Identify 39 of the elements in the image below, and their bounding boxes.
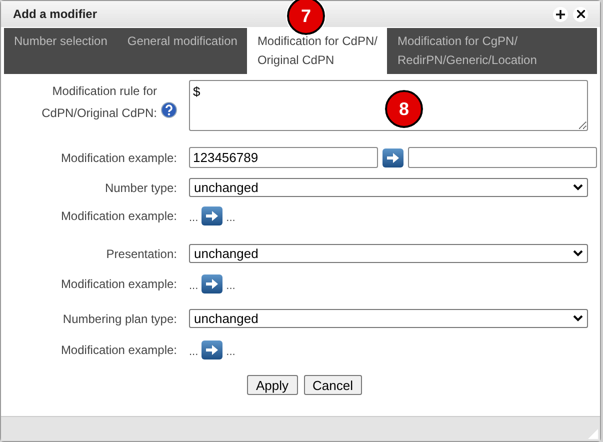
field-label: Modification example: — [60, 276, 177, 293]
add-button[interactable] — [553, 6, 568, 22]
window-title: Add a modifier — [13, 6, 98, 23]
arrow-right-icon — [201, 274, 224, 294]
dropdown[interactable]: unchanged — [189, 309, 588, 328]
field-label: Modification example: — [60, 342, 177, 359]
field-label: Numbering plan type: — [62, 310, 177, 328]
dropdown[interactable]: unchanged — [189, 178, 588, 197]
example-input-text: ... — [189, 344, 198, 360]
field-label: Modification example: — [60, 150, 177, 166]
field-label: Presentation: — [106, 246, 177, 262]
tab[interactable]: Number selection — [4, 28, 118, 74]
arrow-right-icon — [201, 206, 224, 226]
example-output-text: ... — [226, 210, 236, 226]
tab[interactable]: Modification for CdPN/ Original CdPN — [247, 28, 388, 74]
tab[interactable]: Modification for CgPN/ RedirPN/Generic/Location — [387, 28, 547, 74]
close-button[interactable] — [573, 6, 588, 22]
example-output-field[interactable] — [408, 147, 597, 168]
resize-grip-icon — [588, 429, 598, 439]
help-icon — [161, 102, 177, 118]
field-label: Modification rule for CdPN/Original CdPN: — [40, 83, 157, 122]
dialog-button[interactable]: Cancel — [304, 375, 362, 395]
chevron-down-icon — [573, 250, 583, 257]
chevron-down-icon — [573, 184, 583, 191]
example-input-text: ... — [189, 278, 198, 294]
chevron-down-icon — [573, 315, 583, 322]
example-output-text: ... — [226, 278, 236, 294]
dropdown[interactable]: unchanged — [189, 244, 588, 263]
close-icon — [576, 10, 584, 18]
example-input-field[interactable]: 123456789 — [189, 147, 378, 168]
dialog-button[interactable]: Apply — [247, 375, 298, 395]
field-label: Number type: — [104, 180, 177, 196]
example-input-text: ... — [189, 210, 198, 226]
field-label: Modification example: — [60, 208, 177, 225]
arrow-right-icon — [201, 340, 224, 360]
plus-icon — [556, 10, 565, 18]
arrow-right-icon — [382, 148, 404, 168]
tab[interactable]: General modification — [117, 28, 248, 74]
example-output-text: ... — [226, 344, 236, 360]
